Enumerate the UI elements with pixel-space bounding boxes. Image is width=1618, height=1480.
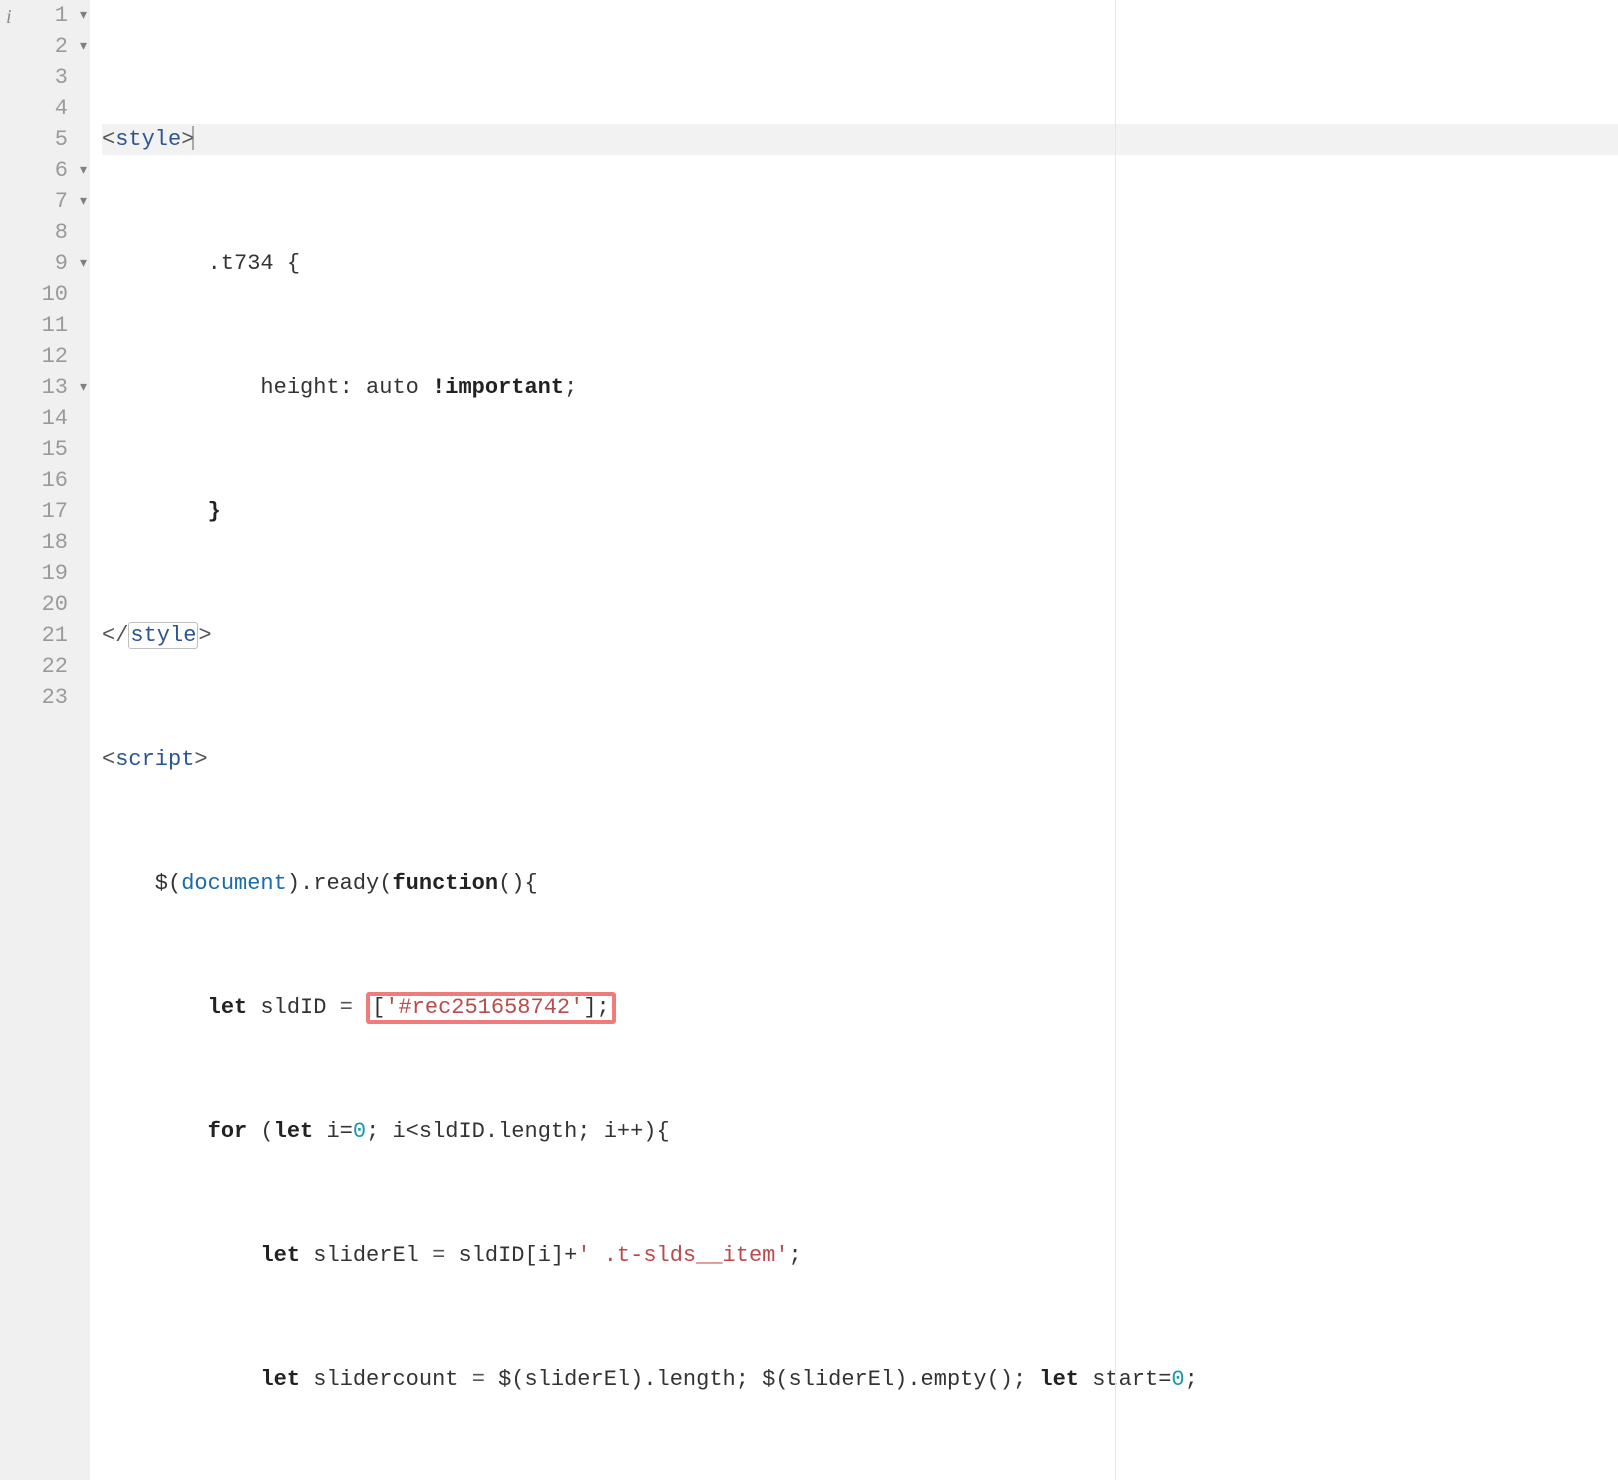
code-text: ( bbox=[247, 1119, 273, 1144]
keyword: let bbox=[260, 1243, 300, 1268]
gutter-line-number[interactable]: 8 bbox=[0, 217, 90, 248]
code-line[interactable]: height: auto !important; bbox=[102, 372, 1618, 403]
gutter-line-number[interactable]: 18 bbox=[0, 527, 90, 558]
gutter-line-number[interactable]: 17 bbox=[0, 496, 90, 527]
code-text: ; i<sldID.length; i++){ bbox=[366, 1119, 670, 1144]
operator: = bbox=[432, 1243, 445, 1268]
gutter-line-number[interactable]: 16 bbox=[0, 465, 90, 496]
code-line[interactable]: } bbox=[102, 496, 1618, 527]
operator: = bbox=[340, 995, 366, 1020]
code-text: sldID bbox=[247, 995, 339, 1020]
code-text bbox=[102, 995, 208, 1020]
code-line[interactable]: .t734 { bbox=[102, 248, 1618, 279]
code-text: ).ready( bbox=[287, 871, 393, 896]
gutter-line-number[interactable]: 7 bbox=[0, 186, 90, 217]
code-text: $(sliderEl).length; $(sliderEl).empty(); bbox=[485, 1367, 1040, 1392]
code-text: [ bbox=[372, 995, 385, 1020]
code-text: i= bbox=[313, 1119, 353, 1144]
code-line[interactable]: let sldID = ['#rec251658742']; bbox=[102, 992, 1618, 1023]
gutter-line-number[interactable]: 10 bbox=[0, 279, 90, 310]
keyword: let bbox=[1039, 1367, 1079, 1392]
gutter-line-number[interactable]: 12 bbox=[0, 341, 90, 372]
code-line[interactable]: <style> bbox=[102, 124, 1618, 155]
code-area[interactable]: <style> .t734 { height: auto !important;… bbox=[90, 0, 1618, 1480]
gutter-line-number[interactable]: 23 bbox=[0, 682, 90, 713]
gutter-line-number[interactable]: 15 bbox=[0, 434, 90, 465]
gutter-line-number[interactable]: 4 bbox=[0, 93, 90, 124]
tag-open: < bbox=[102, 747, 115, 772]
keyword: function bbox=[392, 871, 498, 896]
code-text: slidercount bbox=[300, 1367, 472, 1392]
tag-close: > bbox=[198, 623, 211, 648]
tag-open: < bbox=[102, 127, 115, 152]
code-text: sldID[i]+ bbox=[445, 1243, 577, 1268]
operator: = bbox=[472, 1367, 485, 1392]
code-line[interactable]: let slidercount = $(sliderEl).length; $(… bbox=[102, 1364, 1618, 1395]
matching-tag: style bbox=[128, 622, 198, 649]
code-text: (){ bbox=[498, 871, 538, 896]
tag-close: > bbox=[194, 747, 207, 772]
number: 0 bbox=[1171, 1367, 1184, 1392]
code-text: $( bbox=[102, 871, 181, 896]
keyword: for bbox=[208, 1119, 248, 1144]
keyword: let bbox=[274, 1119, 314, 1144]
gutter-line-number[interactable]: 13 bbox=[0, 372, 90, 403]
gutter-line-number[interactable]: 3 bbox=[0, 62, 90, 93]
tag-name: style bbox=[115, 127, 181, 152]
gutter-line-number[interactable]: 19 bbox=[0, 558, 90, 589]
gutter-line-number[interactable]: 1 bbox=[0, 0, 90, 31]
keyword: let bbox=[260, 1367, 300, 1392]
code-text: auto bbox=[353, 375, 432, 400]
code-line[interactable]: </style> bbox=[102, 620, 1618, 651]
code-text: ; bbox=[564, 375, 577, 400]
code-line[interactable]: let sliderEl = sldID[i]+' .t-slds__item'… bbox=[102, 1240, 1618, 1271]
keyword: let bbox=[208, 995, 248, 1020]
gutter: i 1234567891011121314151617181920212223 bbox=[0, 0, 90, 1480]
code-line[interactable]: $(document).ready(function(){ bbox=[102, 868, 1618, 899]
code-line[interactable]: for (let i=0; i<sldID.length; i++){ bbox=[102, 1116, 1618, 1147]
print-margin bbox=[1115, 0, 1116, 1480]
gutter-line-number[interactable]: 22 bbox=[0, 651, 90, 682]
identifier: document bbox=[181, 871, 287, 896]
code-text bbox=[102, 1243, 260, 1268]
text-cursor bbox=[192, 126, 194, 150]
code-line[interactable]: <script> bbox=[102, 744, 1618, 775]
code-text bbox=[102, 1367, 260, 1392]
gutter-line-number[interactable]: 9 bbox=[0, 248, 90, 279]
gutter-line-number[interactable]: 11 bbox=[0, 310, 90, 341]
code-text: .t734 { bbox=[102, 251, 300, 276]
code-text: ]; bbox=[583, 995, 609, 1020]
tag-name: script bbox=[115, 747, 194, 772]
code-text: : bbox=[340, 375, 353, 400]
string-literal: '#rec251658742' bbox=[385, 995, 583, 1020]
keyword: !important bbox=[432, 375, 564, 400]
gutter-line-number[interactable]: 5 bbox=[0, 124, 90, 155]
code-text: ; bbox=[1185, 1367, 1198, 1392]
gutter-line-number[interactable]: 20 bbox=[0, 589, 90, 620]
code-text: start= bbox=[1079, 1367, 1171, 1392]
code-text: } bbox=[102, 499, 221, 524]
gutter-line-number[interactable]: 21 bbox=[0, 620, 90, 651]
tag-open: </ bbox=[102, 623, 128, 648]
code-text: sliderEl bbox=[300, 1243, 432, 1268]
gutter-line-number[interactable]: 2 bbox=[0, 31, 90, 62]
annotation-highlight-box: ['#rec251658742']; bbox=[366, 992, 616, 1024]
gutter-line-number[interactable]: 14 bbox=[0, 403, 90, 434]
code-text bbox=[102, 1119, 208, 1144]
code-text: height bbox=[102, 375, 340, 400]
string-literal: ' .t-slds__item' bbox=[577, 1243, 788, 1268]
gutter-line-number[interactable]: 6 bbox=[0, 155, 90, 186]
code-text: ; bbox=[789, 1243, 802, 1268]
number: 0 bbox=[353, 1119, 366, 1144]
code-editor[interactable]: i 1234567891011121314151617181920212223 … bbox=[0, 0, 1618, 1480]
